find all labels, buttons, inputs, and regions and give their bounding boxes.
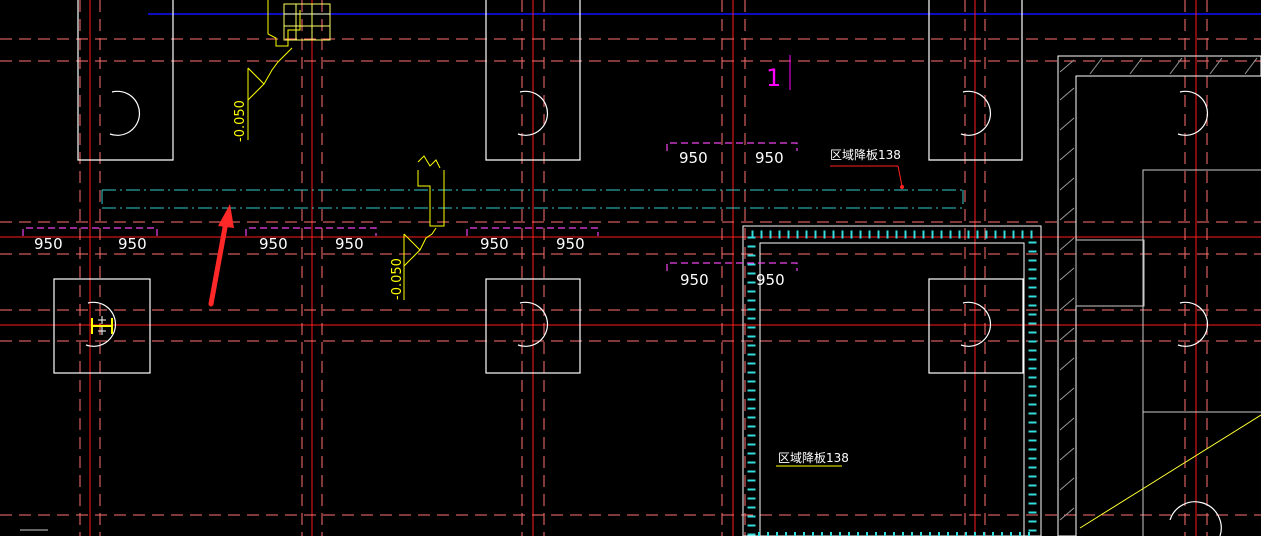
dimension-text: 950: [756, 271, 785, 289]
dimension-text: 950: [118, 235, 147, 253]
dimension-text: 950: [259, 235, 288, 253]
label-leader-dot: [900, 185, 904, 189]
dimension-text: 950: [679, 149, 708, 167]
level-mark-text: -0.050: [233, 100, 248, 142]
cad-drawing-canvas[interactable]: 950 950 950 950 950 950 950 950 950 950 …: [0, 0, 1261, 536]
level-mark-text: -0.050: [390, 258, 405, 300]
section-mark: 1: [766, 64, 781, 92]
dimension-text: 950: [335, 235, 364, 253]
dimension-text: 950: [34, 235, 63, 253]
area-label: 区域降板138: [778, 451, 849, 465]
area-label: 区域降板138: [830, 148, 901, 162]
dimension-text: 950: [556, 235, 585, 253]
dimension-text: 950: [755, 149, 784, 167]
dimension-text: 950: [480, 235, 509, 253]
dimension-text: 950: [680, 271, 709, 289]
